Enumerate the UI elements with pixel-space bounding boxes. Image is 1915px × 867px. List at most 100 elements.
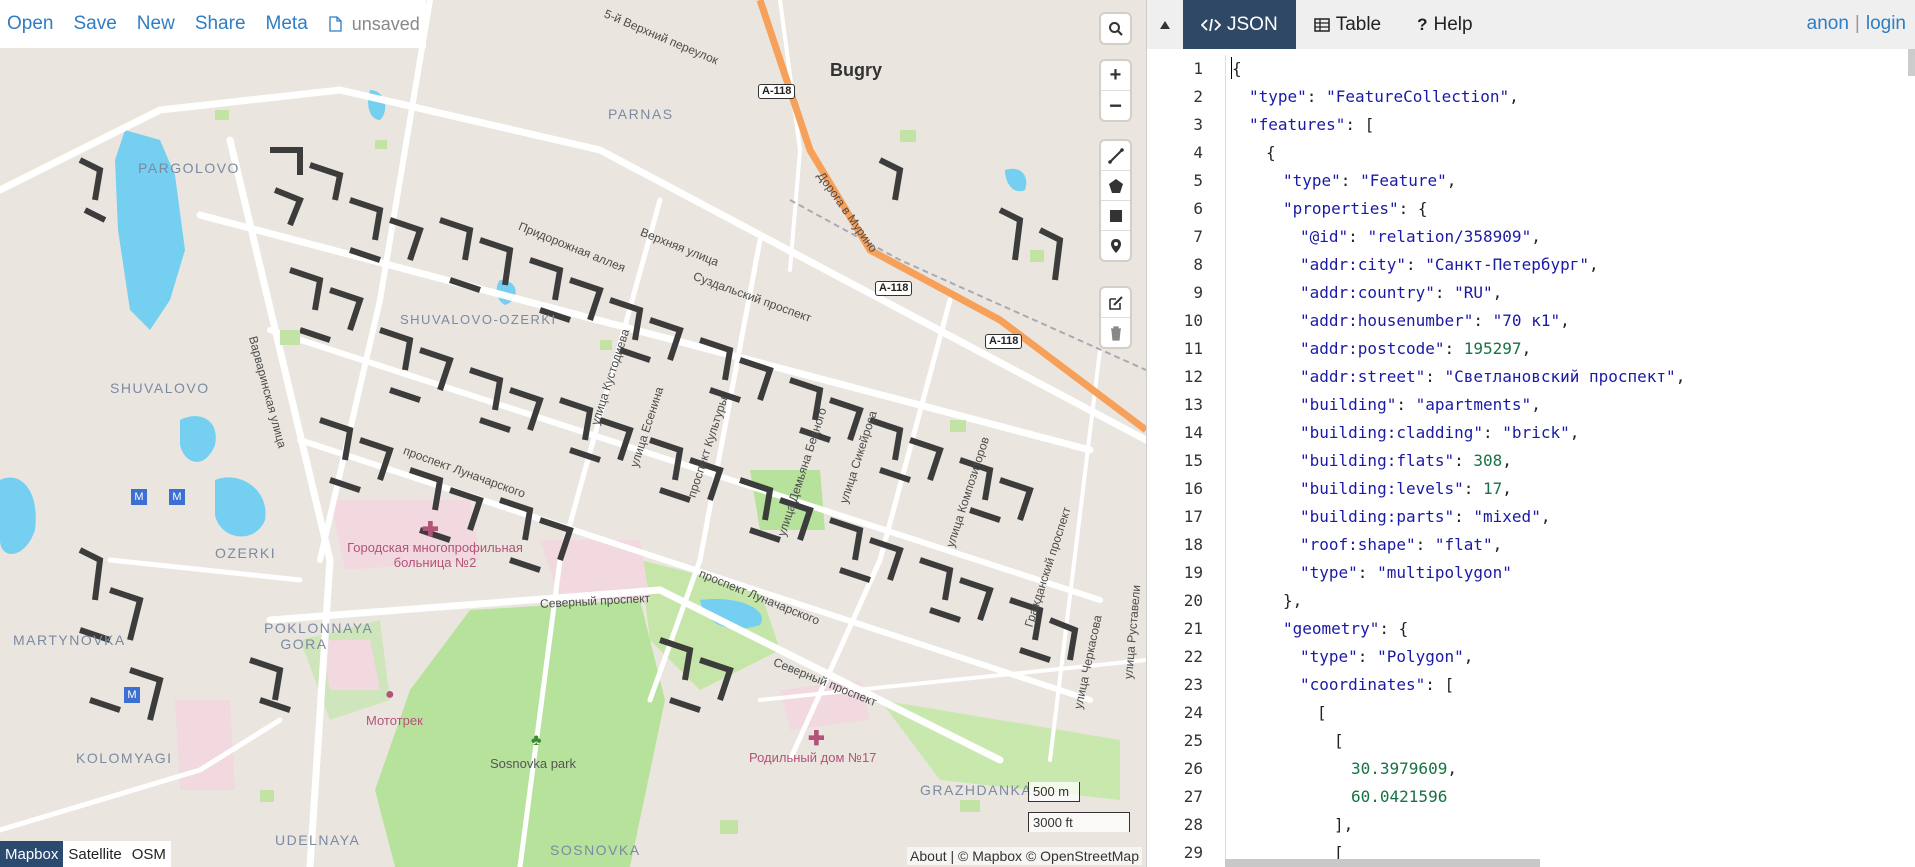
- json-key: "addr:postcode": [1300, 339, 1445, 358]
- scale-metric: 500 m: [1028, 782, 1080, 802]
- json-key: "addr:housenumber": [1300, 311, 1474, 330]
- code-line: "building:flats": 308,: [1226, 447, 1915, 475]
- zoom-out-button[interactable]: −: [1101, 91, 1130, 120]
- json-key: "addr:street": [1300, 367, 1426, 386]
- text-cursor: [1231, 57, 1232, 79]
- json-string: "apartments": [1415, 395, 1532, 414]
- line-number: 4: [1193, 143, 1203, 162]
- layer-switcher: Mapbox Satellite OSM: [0, 841, 171, 867]
- code-line: "building:parts": "mixed",: [1226, 503, 1915, 531]
- draw-polygon-button[interactable]: [1101, 171, 1130, 201]
- json-punctuation: :: [1463, 479, 1484, 498]
- open-button[interactable]: Open: [7, 13, 53, 35]
- route-shield: A-118: [985, 334, 1023, 349]
- search-button[interactable]: [1101, 14, 1130, 43]
- draw-rectangle-button[interactable]: [1101, 201, 1130, 231]
- code-line: "addr:street": "Светлановский проспект",: [1226, 363, 1915, 391]
- new-button[interactable]: New: [137, 13, 175, 35]
- tab-help[interactable]: ? Help: [1399, 0, 1490, 49]
- tab-json[interactable]: JSON: [1183, 0, 1296, 49]
- json-string: "Polygon": [1377, 647, 1464, 666]
- edit-button[interactable]: [1101, 288, 1130, 318]
- metro-icon: M: [124, 687, 140, 703]
- json-string: "70 к1": [1492, 311, 1561, 330]
- json-punctuation: ,: [1502, 451, 1512, 470]
- code-line: "coordinates": [: [1226, 671, 1915, 699]
- json-key: "geometry": [1283, 619, 1380, 638]
- json-string: "RU": [1454, 283, 1493, 302]
- json-punctuation: ,: [1589, 255, 1599, 274]
- json-punctuation: ],: [1334, 815, 1354, 834]
- json-punctuation: :: [1357, 563, 1378, 582]
- line-number-gutter: 1 2 3 4 5 6 7 8 9 10 11 12 13 14 15 16 17 18 19 20 21 22 23 24 2…: [1147, 55, 1219, 867]
- code-line: "properties": {: [1226, 195, 1915, 223]
- meta-button[interactable]: Meta: [266, 13, 308, 35]
- editor-panel: JSON Table ? Help anon | login 1 2 3 4 5 6 7 8 9 10…: [1146, 0, 1915, 867]
- code-line: "type": "multipolygon": [1226, 559, 1915, 587]
- layer-osm[interactable]: OSM: [127, 841, 171, 867]
- code-line: {: [1226, 139, 1915, 167]
- district-label: SHUVALOVO-OZERKI: [400, 312, 557, 327]
- route-shield: A-118: [758, 84, 796, 99]
- layer-satellite[interactable]: Satellite: [63, 841, 126, 867]
- json-punctuation: {: [1232, 59, 1242, 78]
- json-punctuation: :: [1425, 367, 1445, 386]
- line-icon: [1107, 147, 1124, 164]
- tab-json-label: JSON: [1227, 13, 1278, 35]
- json-number: 17: [1483, 479, 1503, 498]
- code-line: },: [1226, 587, 1915, 615]
- draw-marker-button[interactable]: [1101, 231, 1130, 260]
- tree-icon: ♣: [531, 732, 542, 749]
- poi-hospital-label: Городская многопрофильная больница №2: [347, 540, 523, 570]
- code-line: "@id": "relation/358909",: [1226, 223, 1915, 251]
- json-key: "@id": [1300, 227, 1349, 246]
- draw-line-button[interactable]: [1101, 141, 1130, 171]
- line-number: 11: [1183, 339, 1203, 358]
- json-punctuation: ,: [1540, 507, 1551, 526]
- collapse-panel-button[interactable]: [1147, 0, 1183, 49]
- json-punctuation: },: [1283, 591, 1303, 610]
- tab-table[interactable]: Table: [1296, 0, 1399, 49]
- save-button[interactable]: Save: [73, 13, 116, 35]
- json-punctuation: :: [1444, 339, 1464, 358]
- json-key: "features": [1249, 115, 1346, 134]
- json-editor[interactable]: 1 2 3 4 5 6 7 8 9 10 11 12 13 14 15 16 17 18 19 20 21 22 23 24 2…: [1147, 49, 1915, 867]
- json-punctuation: :: [1454, 451, 1474, 470]
- json-punctuation: ,: [1492, 283, 1503, 302]
- district-label: SHUVALOVO: [110, 380, 210, 396]
- horizontal-scrollbar[interactable]: [1225, 859, 1540, 867]
- tab-table-label: Table: [1335, 13, 1382, 35]
- json-key: "addr:country": [1300, 283, 1435, 302]
- user-link[interactable]: anon: [1807, 13, 1849, 34]
- login-link[interactable]: login: [1866, 13, 1906, 34]
- rectangle-icon: [1109, 209, 1122, 222]
- json-number: 195297: [1463, 339, 1522, 358]
- delete-button[interactable]: [1101, 318, 1130, 347]
- line-number: 3: [1193, 115, 1203, 134]
- json-punctuation: :: [1454, 507, 1474, 526]
- line-number: 17: [1183, 507, 1203, 526]
- map-canvas[interactable]: PARGOLOVO PARNAS SHUVALOVO SHUVALOVO-OZE…: [0, 0, 1146, 867]
- code-area[interactable]: {"type": "FeatureCollection", "features":…: [1225, 55, 1915, 867]
- json-key: "building:flats": [1300, 451, 1455, 470]
- zoom-control: + −: [1101, 61, 1130, 120]
- file-status: unsaved: [329, 14, 420, 35]
- plus-icon: +: [1109, 64, 1122, 86]
- share-button[interactable]: Share: [195, 13, 246, 35]
- auth-links: anon | login: [1806, 13, 1906, 34]
- json-string: "mixed": [1473, 507, 1541, 526]
- vertical-scrollbar[interactable]: [1908, 49, 1915, 76]
- code-line: "building:levels": 17,: [1226, 475, 1915, 503]
- line-number: 9: [1193, 283, 1203, 302]
- code-line: ],: [1226, 811, 1915, 839]
- json-punctuation: :: [1473, 311, 1493, 330]
- district-label: MARTYNOVKA: [13, 632, 126, 648]
- line-number: 24: [1183, 703, 1203, 722]
- map-attribution[interactable]: About | © Mapbox © OpenStreetMap: [907, 847, 1142, 865]
- json-string: "Feature": [1360, 171, 1447, 190]
- code-line: [: [1226, 727, 1915, 755]
- json-punctuation: :: [1357, 647, 1378, 666]
- zoom-in-button[interactable]: +: [1101, 61, 1130, 91]
- layer-mapbox[interactable]: Mapbox: [0, 841, 64, 867]
- district-label: OZERKI: [215, 545, 277, 561]
